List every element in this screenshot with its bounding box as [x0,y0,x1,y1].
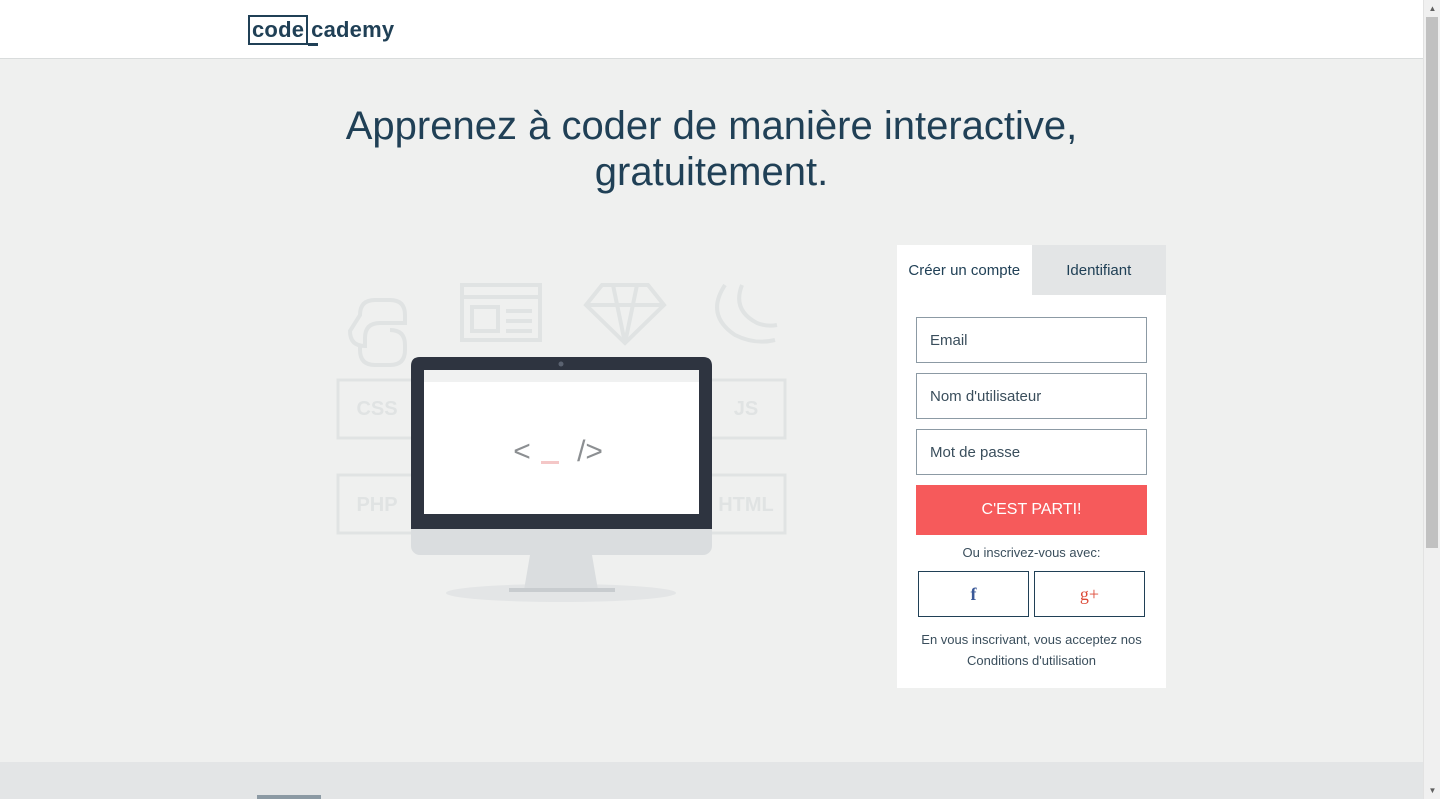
logo-code-box: code [248,14,309,45]
html-tile: HTML [703,473,787,535]
hero-title-line1: Apprenez à coder de manière interactive, [345,104,1078,148]
monitor-screen-header [424,370,699,382]
ruby-icon [583,283,667,346]
logo-cursor-underline [308,42,319,46]
codecademy-logo[interactable]: code cademy [248,14,395,46]
css-label: CSS [356,398,397,420]
code-open-bracket: < [513,435,531,468]
monitor-screen [424,370,699,514]
next-section-band [0,762,1423,799]
php-tile: PHP [336,473,420,535]
python-icon [347,298,407,367]
scrollbar-thumb[interactable] [1426,17,1438,548]
signup-panel: Créer un compte Identifiant C'EST PARTI!… [897,245,1166,688]
next-section-image [257,795,321,799]
submit-signup-button[interactable]: C'EST PARTI! [916,485,1147,535]
monitor-stand [524,555,598,590]
google-plus-signup-button[interactable]: g+ [1034,571,1145,617]
facebook-icon: f [970,583,977,604]
css-tile: CSS [336,378,420,440]
monitor-base [509,588,615,592]
jquery-icon [715,283,778,344]
auth-tabs: Créer un compte Identifiant [897,245,1166,295]
logo-cademy-text: cademy [308,16,395,46]
code-cursor [541,461,559,464]
scroll-down-icon[interactable]: ▼ [1424,782,1440,799]
password-field[interactable] [916,429,1147,475]
webpage-icon [460,283,542,342]
terms-text: En vous inscrivant, vous acceptez nos [921,632,1142,647]
scroll-up-icon[interactable]: ▲ [1424,0,1440,17]
social-signup-label: Ou inscrivez-vous avec: [962,545,1101,560]
top-navbar: code cademy [0,0,1423,59]
php-label: PHP [356,494,397,516]
tab-login[interactable]: Identifiant [1031,245,1166,295]
hero-title-line2: gratuitement. [594,150,829,194]
google-plus-icon: g+ [1079,583,1100,604]
monitor-camera [558,361,564,367]
tab-create-account[interactable]: Créer un compte [897,245,1032,295]
js-label: JS [734,398,758,420]
username-field[interactable] [916,373,1147,419]
terms-link[interactable]: Conditions d'utilisation [967,653,1096,668]
monitor-illustration: CSS JS PHP HTML < /> [336,283,787,602]
logo-rest-label: cademy [311,16,395,42]
html-label: HTML [718,494,774,516]
hero-title: Apprenez à coder de manière interactive,… [0,103,1423,195]
code-close-tag: /> [577,435,603,468]
terms-notice: En vous inscrivant, vous acceptez nos Co… [897,629,1166,671]
facebook-signup-button[interactable]: f [918,571,1029,617]
js-tile: JS [703,378,787,440]
page-scrollbar[interactable]: ▲ ▼ [1423,0,1440,799]
email-field[interactable] [916,317,1147,363]
